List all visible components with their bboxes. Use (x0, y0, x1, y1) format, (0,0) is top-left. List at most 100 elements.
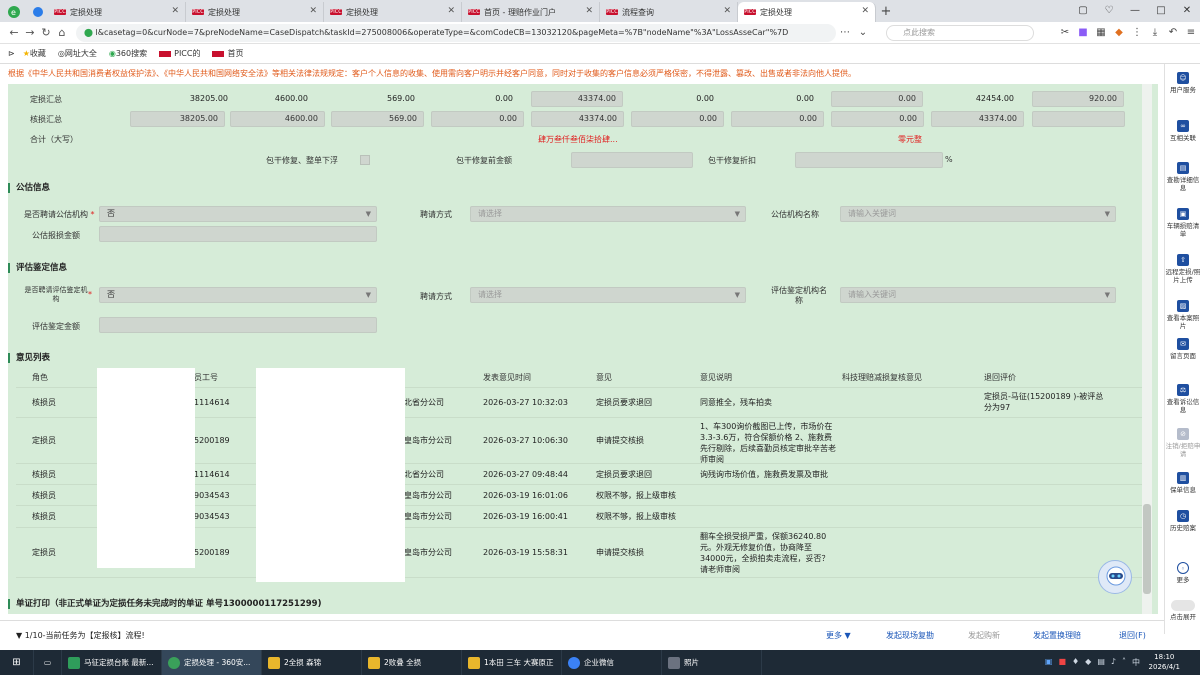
browser-tab[interactable]: PICC 流程查询 ✕ (600, 2, 738, 22)
maximize-button[interactable]: □ (1148, 0, 1174, 22)
search-input[interactable]: 点此搜索 (886, 24, 1034, 41)
taskbar-label: 1本田 三车 大赛原正 (484, 658, 554, 667)
taskbar-app[interactable]: 2全损 森锦 (262, 650, 362, 675)
fav-item[interactable]: ◉ 360搜索 (109, 48, 147, 59)
replacement-claim-button[interactable]: 发起置换理赔 (1033, 630, 1081, 641)
close-window-button[interactable]: ✕ (1174, 0, 1200, 22)
network-icon[interactable]: ▤ (1097, 657, 1105, 668)
browser-tab[interactable]: PICC 定损处理 ✕ (48, 2, 186, 22)
evaluation-hire-select[interactable]: 否 ▼ (99, 287, 377, 303)
appraisal-hire-select[interactable]: 否 ▼ (99, 206, 377, 222)
tray-app-icon[interactable]: ▣ (1045, 657, 1053, 668)
system-clock[interactable]: 18:10 2026/4/1 (1149, 652, 1180, 672)
grid-icon[interactable]: ▦ (1092, 27, 1110, 38)
fav-item[interactable]: 首页 (212, 48, 243, 59)
minimize-button[interactable]: — (1122, 0, 1148, 22)
evaluation-method-select[interactable]: 请选择 ▼ (470, 287, 746, 303)
start-button[interactable]: ⊞ (0, 650, 34, 675)
scrollbar-thumb[interactable] (1143, 504, 1151, 594)
reload-icon[interactable]: ↻ (38, 26, 54, 39)
cell-rating: 定损员-马征(15200189 )-被评总分为97 (984, 392, 1104, 412)
close-icon[interactable]: ✕ (861, 6, 869, 16)
more-dropdown[interactable]: 更多 ▼ (826, 630, 851, 641)
tray-app-icon[interactable]: ■ (1058, 657, 1066, 668)
menu-icon[interactable]: ≡ (1182, 27, 1200, 38)
right-panel-item[interactable]: ◦ 更多 (1165, 562, 1200, 584)
taskbar-app[interactable]: 1本田 三车 大赛原正 (462, 650, 562, 675)
shirt-icon[interactable]: ♡ (1096, 0, 1122, 22)
right-panel-item[interactable]: ▥ 保单信息 (1165, 472, 1200, 494)
close-icon[interactable]: ✕ (309, 6, 317, 16)
fav-item[interactable]: ◎ 网址大全 (58, 48, 97, 59)
right-panel-item[interactable]: ▣ 车辆损赔清单 (1165, 208, 1200, 238)
evaluation-amount-input[interactable] (99, 317, 377, 333)
site-recheck-button[interactable]: 发起现场复勘 (886, 630, 934, 641)
close-icon[interactable]: ✕ (171, 6, 179, 16)
extension-icon[interactable]: ■ (1074, 27, 1092, 38)
cut-icon[interactable]: ✂ (1056, 27, 1074, 38)
apps-icon[interactable]: ⋮ (1128, 27, 1146, 38)
back-icon[interactable]: ← (6, 26, 22, 39)
dropdown-icon[interactable]: ⌄ (854, 27, 872, 38)
package-discount-input[interactable] (795, 152, 943, 168)
right-panel-item[interactable]: ▤ 查勘详细信息 (1165, 162, 1200, 192)
right-panel-item[interactable]: ⇧ 远程定损/照片上传 (1165, 254, 1200, 284)
appraisal-org-select[interactable]: 请输入关键词 ▼ (840, 206, 1116, 222)
taskbar-app[interactable]: 企业微信 (562, 650, 662, 675)
close-icon[interactable]: ✕ (585, 6, 593, 16)
purchase-new-button[interactable]: 发起购新 (968, 630, 1000, 641)
right-panel-item[interactable]: ☺ 用户服务 (1165, 72, 1200, 94)
volume-icon[interactable]: ♪ (1111, 657, 1116, 668)
taskbar-app[interactable]: 2败叠 全损 (362, 650, 462, 675)
chevron-down-icon: ▼ (365, 291, 371, 299)
game-icon[interactable]: ◆ (1110, 27, 1128, 38)
sidebar-expand-icon[interactable]: ⊳ (8, 49, 15, 58)
right-panel-item[interactable]: ▨ 查看本案照片 (1165, 300, 1200, 330)
home-icon[interactable]: ⌂ (54, 26, 70, 39)
undo-icon[interactable]: ↶ (1164, 27, 1182, 38)
taskbar-app[interactable]: 马征定损台账 最新... (62, 650, 162, 675)
toggle-switch[interactable] (1171, 600, 1195, 611)
return-button[interactable]: 退回(F) (1119, 630, 1146, 641)
package-checkbox[interactable] (360, 155, 370, 165)
vertical-scrollbar[interactable] (1142, 84, 1152, 614)
shield-icon[interactable] (28, 2, 48, 22)
fav-item[interactable]: ★ 收藏 (23, 48, 46, 59)
right-panel-item[interactable]: ✉ 留言页面 (1165, 338, 1200, 360)
browser-tab[interactable]: PICC 定损处理 ✕ (186, 2, 324, 22)
folder-icon (268, 656, 280, 669)
browser-tab[interactable]: PICC 定损处理 ✕ (324, 2, 462, 22)
taskbar-app-active[interactable]: 定损处理 - 360安... (162, 650, 262, 675)
right-panel-item[interactable]: ◷ 历史赔案 (1165, 510, 1200, 532)
taskbar-label: 照片 (684, 658, 699, 667)
right-panel-item[interactable]: ∞ 互相关联 (1165, 120, 1200, 142)
new-tab-button[interactable]: + (876, 2, 896, 22)
evaluation-org-select[interactable]: 请输入关键词 ▼ (840, 287, 1116, 303)
task-view-button[interactable]: ▭ (34, 650, 62, 675)
right-panel-item[interactable]: ⚖ 查看诉讼信息 (1165, 384, 1200, 414)
tray-app-icon[interactable]: ♦ (1072, 657, 1079, 668)
taskbar-app[interactable]: 照片 (662, 650, 762, 675)
input-method-indicator[interactable]: 中 (1132, 657, 1140, 668)
picc-logo-icon (159, 50, 172, 57)
download-icon[interactable]: ⤓ (1146, 27, 1164, 38)
appraisal-method-select[interactable]: 请选择 ▼ (470, 206, 746, 222)
tray-app-icon[interactable]: ◆ (1085, 657, 1091, 668)
cancel-icon: ⊘ (1177, 428, 1189, 440)
url-input[interactable]: ⬤ l&casetag=0&curNode=7&preNodeName=Case… (76, 23, 836, 42)
chevron-up-icon[interactable]: ˄ (1122, 657, 1126, 668)
package-before-input[interactable] (571, 152, 693, 168)
cell-role: 核损员 (32, 512, 56, 521)
right-panel-item[interactable]: 点击展开 (1165, 600, 1200, 621)
forward-icon[interactable]: → (22, 26, 38, 39)
appraisal-amount-input[interactable] (99, 226, 377, 242)
close-icon[interactable]: ✕ (447, 6, 455, 16)
more-icon[interactable]: ⋯ (836, 27, 854, 38)
close-icon[interactable]: ✕ (723, 6, 731, 16)
sidebar-toggle-icon[interactable]: ▢ (1070, 0, 1096, 22)
browser-tab-active[interactable]: PICC 定损处理 ✕ (738, 2, 876, 22)
browser-tab[interactable]: PICC 首页 - 理赔作业门户 ✕ (462, 2, 600, 22)
right-panel-item[interactable]: ⊘ 注销/拒赔申请 (1165, 428, 1200, 458)
robot-assistant-icon[interactable] (1098, 560, 1132, 594)
fav-item[interactable]: PICC的 (159, 48, 200, 59)
